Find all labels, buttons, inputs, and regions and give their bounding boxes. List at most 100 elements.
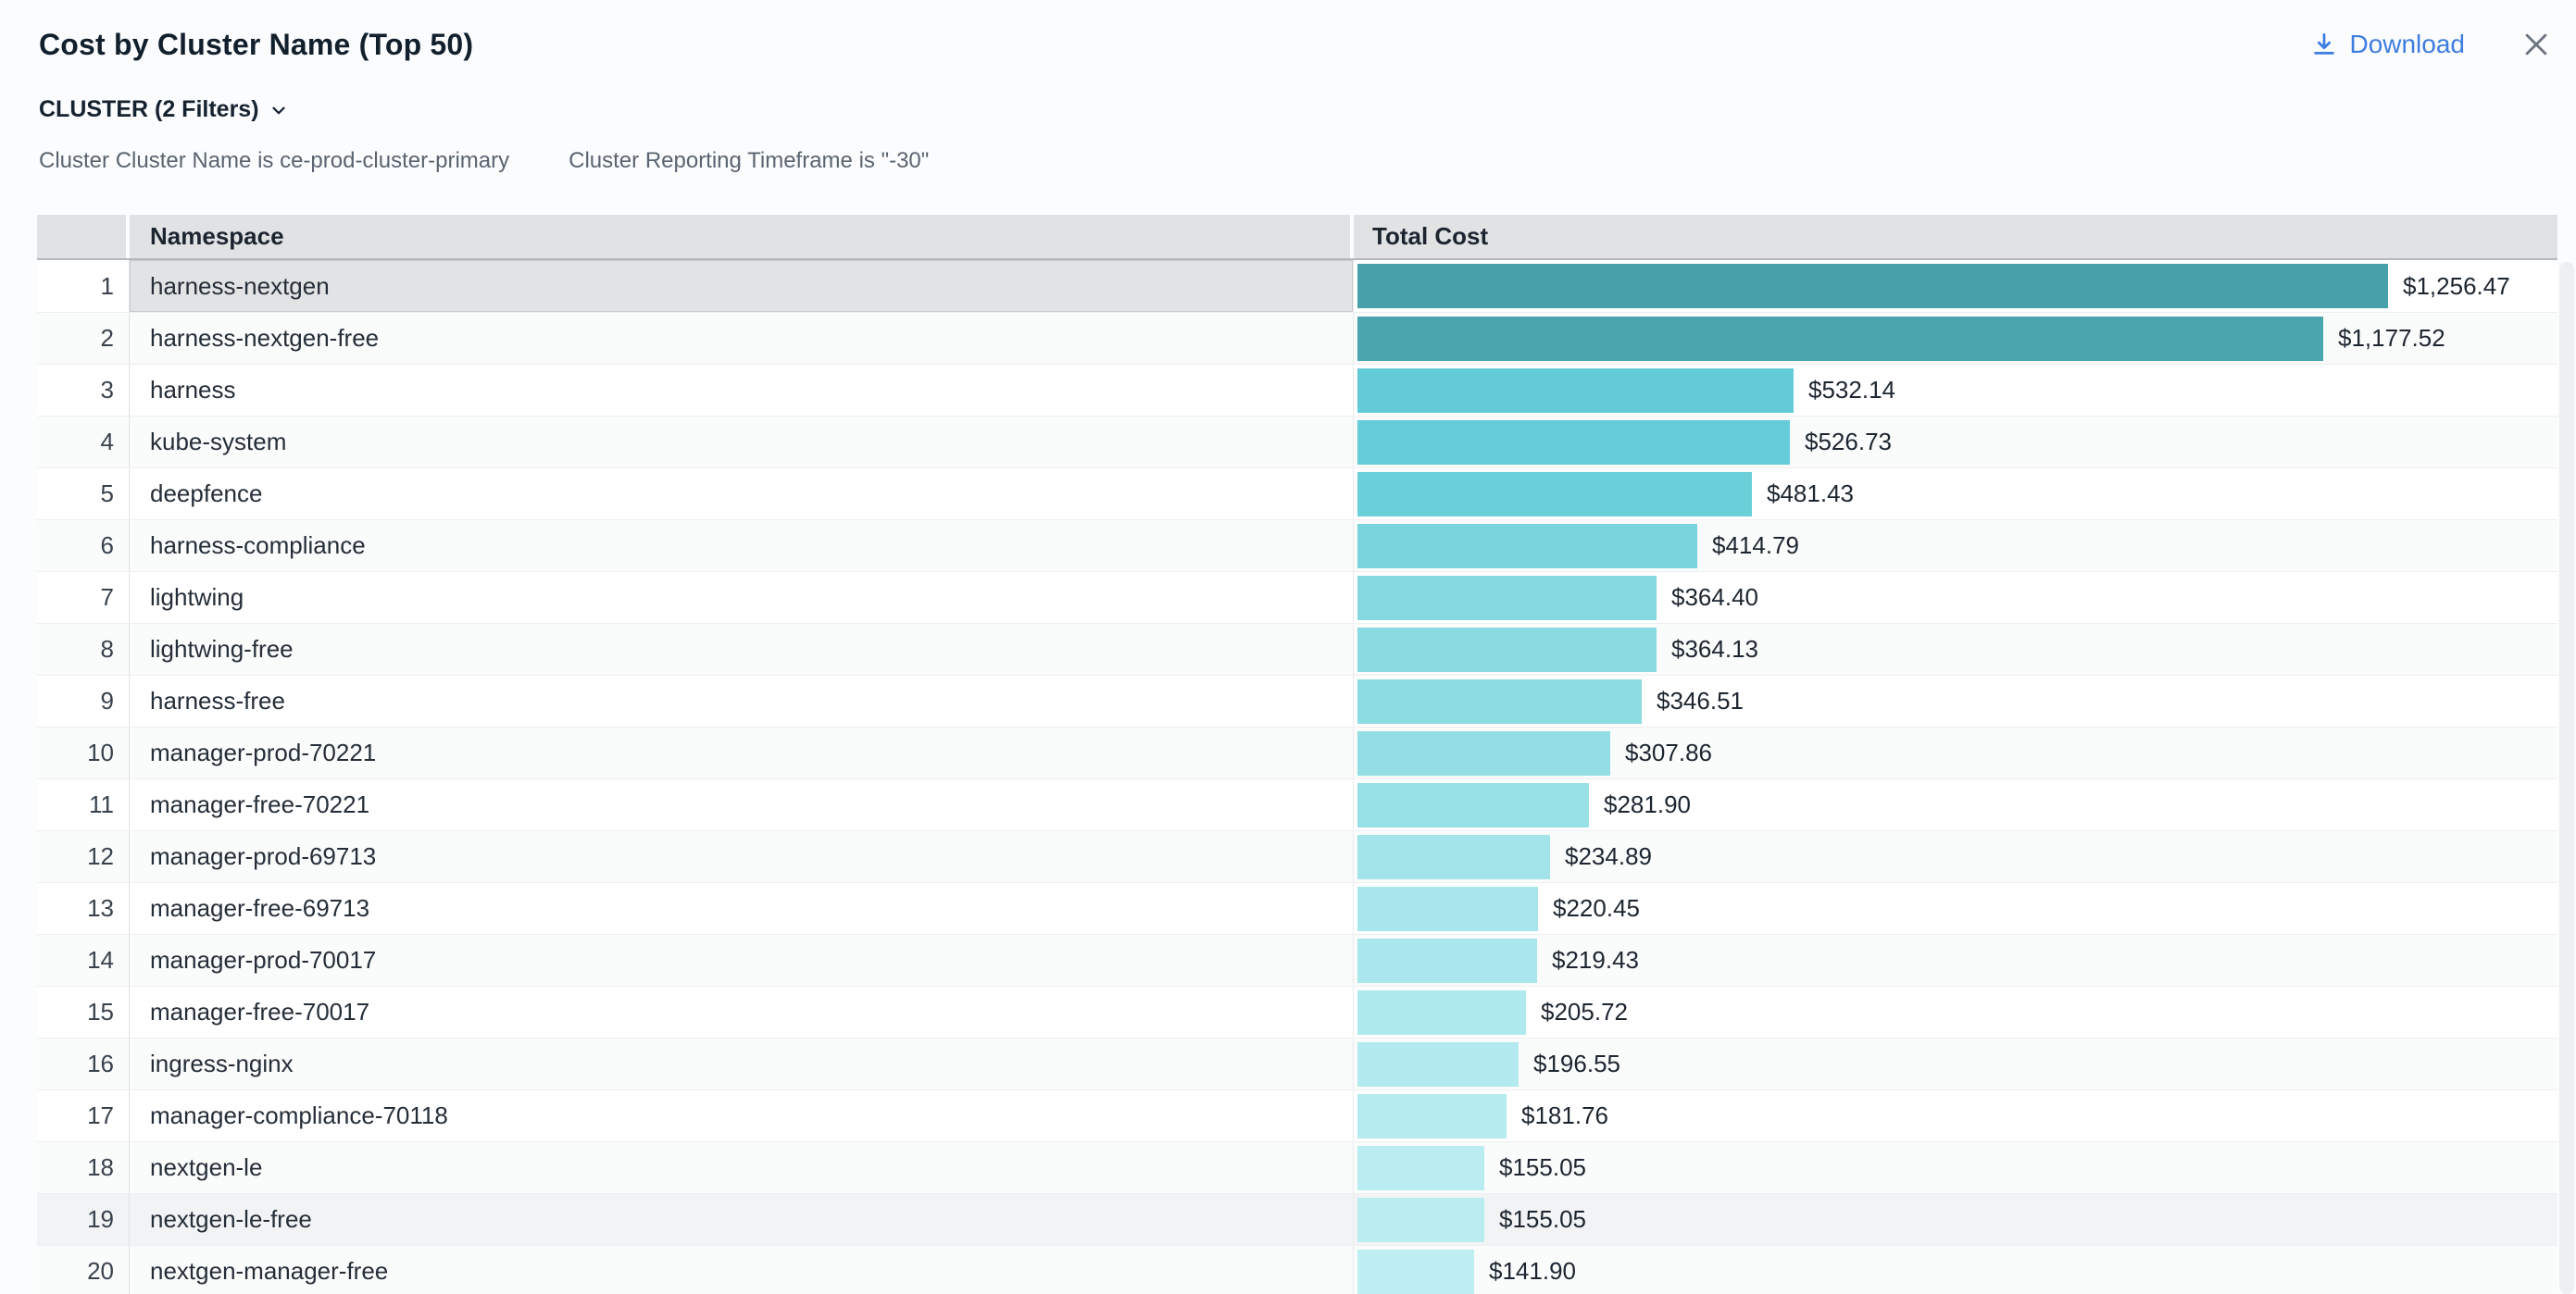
table-header-row: Namespace Total Cost bbox=[37, 215, 2557, 260]
cost-bar bbox=[1357, 368, 1794, 413]
cost-bar bbox=[1357, 990, 1526, 1035]
cost-value-label: $1,177.52 bbox=[2338, 324, 2445, 353]
table-row[interactable]: 11 manager-free-70221 $281.90 bbox=[37, 778, 2557, 830]
namespace-cell[interactable]: manager-free-70221 bbox=[130, 779, 1354, 830]
row-number: 4 bbox=[37, 417, 130, 467]
namespace-cell[interactable]: harness bbox=[130, 365, 1354, 416]
table-row[interactable]: 15 manager-free-70017 $205.72 bbox=[37, 986, 2557, 1038]
namespace-cell[interactable]: manager-prod-70017 bbox=[130, 935, 1354, 986]
table-row[interactable]: 18 nextgen-le $155.05 bbox=[37, 1141, 2557, 1193]
namespace-column-header[interactable]: Namespace bbox=[130, 215, 1354, 258]
table-row[interactable]: 19 nextgen-le-free $155.05 bbox=[37, 1193, 2557, 1245]
table-row[interactable]: 6 harness-compliance $414.79 bbox=[37, 519, 2557, 571]
row-number: 18 bbox=[37, 1142, 130, 1193]
total-cost-cell: $346.51 bbox=[1354, 676, 2557, 727]
cost-bar bbox=[1357, 887, 1538, 931]
cost-value-label: $532.14 bbox=[1808, 376, 1895, 404]
table-row[interactable]: 9 harness-free $346.51 bbox=[37, 675, 2557, 727]
cost-value-label: $346.51 bbox=[1657, 687, 1744, 715]
table-row[interactable]: 2 harness-nextgen-free $1,177.52 bbox=[37, 312, 2557, 364]
namespace-cell[interactable]: harness-free bbox=[130, 676, 1354, 727]
namespace-cell[interactable]: lightwing bbox=[130, 572, 1354, 623]
cluster-filter-label: CLUSTER (2 Filters) bbox=[39, 96, 259, 123]
row-number: 5 bbox=[37, 468, 130, 519]
row-number: 8 bbox=[37, 624, 130, 675]
cost-value-label: $526.73 bbox=[1805, 428, 1892, 456]
table-row[interactable]: 14 manager-prod-70017 $219.43 bbox=[37, 934, 2557, 986]
total-cost-cell: $181.76 bbox=[1354, 1090, 2557, 1141]
total-cost-cell: $196.55 bbox=[1354, 1039, 2557, 1089]
cost-bar bbox=[1357, 472, 1752, 516]
table-row[interactable]: 17 manager-compliance-70118 $181.76 bbox=[37, 1089, 2557, 1141]
table-row[interactable]: 16 ingress-nginx $196.55 bbox=[37, 1038, 2557, 1089]
total-cost-cell: $155.05 bbox=[1354, 1142, 2557, 1193]
cluster-filter-toggle[interactable]: CLUSTER (2 Filters) bbox=[39, 96, 289, 123]
header-actions: Download bbox=[2310, 29, 2552, 60]
row-number: 9 bbox=[37, 676, 130, 727]
namespace-cell[interactable]: deepfence bbox=[130, 468, 1354, 519]
cost-table: Namespace Total Cost 1 harness-nextgen $… bbox=[37, 215, 2557, 1294]
cost-value-label: $155.05 bbox=[1499, 1153, 1586, 1182]
namespace-cell[interactable]: manager-prod-70221 bbox=[130, 728, 1354, 778]
total-cost-cell: $307.86 bbox=[1354, 728, 2557, 778]
cost-value-label: $414.79 bbox=[1712, 531, 1799, 560]
namespace-cell[interactable]: manager-free-69713 bbox=[130, 883, 1354, 934]
cost-value-label: $307.86 bbox=[1625, 739, 1712, 767]
cost-bar bbox=[1357, 1198, 1484, 1242]
table-row[interactable]: 8 lightwing-free $364.13 bbox=[37, 623, 2557, 675]
cost-value-label: $181.76 bbox=[1521, 1101, 1608, 1130]
total-cost-cell: $1,256.47 bbox=[1354, 260, 2557, 312]
namespace-cell[interactable]: kube-system bbox=[130, 417, 1354, 467]
table-row[interactable]: 7 lightwing $364.40 bbox=[37, 571, 2557, 623]
cost-value-label: $219.43 bbox=[1552, 946, 1639, 975]
cost-bar bbox=[1357, 1250, 1474, 1294]
table-body: 1 harness-nextgen $1,256.47 2 harness-ne… bbox=[37, 260, 2557, 1294]
namespace-cell[interactable]: nextgen-manager-free bbox=[130, 1246, 1354, 1294]
table-row[interactable]: 13 manager-free-69713 $220.45 bbox=[37, 882, 2557, 934]
cost-value-label: $155.05 bbox=[1499, 1205, 1586, 1234]
cost-bar bbox=[1357, 939, 1537, 983]
cost-bar bbox=[1357, 264, 2388, 308]
filter-chip-timeframe: Cluster Reporting Timeframe is "-30" bbox=[569, 148, 929, 174]
close-button[interactable] bbox=[2520, 29, 2552, 60]
modal-header: Cost by Cluster Name (Top 50) Download bbox=[39, 17, 2552, 72]
total-cost-cell: $219.43 bbox=[1354, 935, 2557, 986]
table-row[interactable]: 12 manager-prod-69713 $234.89 bbox=[37, 830, 2557, 882]
namespace-cell[interactable]: harness-compliance bbox=[130, 520, 1354, 571]
total-cost-column-header[interactable]: Total Cost bbox=[1354, 215, 2557, 258]
namespace-cell[interactable]: manager-compliance-70118 bbox=[130, 1090, 1354, 1141]
cost-bar bbox=[1357, 628, 1657, 672]
namespace-cell[interactable]: harness-nextgen-free bbox=[130, 313, 1354, 364]
table-row[interactable]: 3 harness $532.14 bbox=[37, 364, 2557, 416]
cost-bar bbox=[1357, 679, 1642, 724]
table-row[interactable]: 5 deepfence $481.43 bbox=[37, 467, 2557, 519]
namespace-cell[interactable]: harness-nextgen bbox=[130, 260, 1354, 312]
namespace-cell[interactable]: manager-free-70017 bbox=[130, 987, 1354, 1038]
namespace-cell[interactable]: ingress-nginx bbox=[130, 1039, 1354, 1089]
row-number: 20 bbox=[37, 1246, 130, 1294]
table-row[interactable]: 20 nextgen-manager-free $141.90 bbox=[37, 1245, 2557, 1294]
download-icon bbox=[2310, 31, 2338, 58]
applied-filters: Cluster Cluster Name is ce-prod-cluster-… bbox=[39, 148, 929, 174]
cost-value-label: $205.72 bbox=[1541, 998, 1628, 1026]
download-button[interactable]: Download bbox=[2310, 30, 2465, 59]
row-number: 7 bbox=[37, 572, 130, 623]
total-cost-cell: $364.13 bbox=[1354, 624, 2557, 675]
namespace-cell[interactable]: manager-prod-69713 bbox=[130, 831, 1354, 882]
namespace-cell[interactable]: lightwing-free bbox=[130, 624, 1354, 675]
row-number: 14 bbox=[37, 935, 130, 986]
vertical-scrollbar[interactable] bbox=[2559, 262, 2574, 1294]
table-row[interactable]: 1 harness-nextgen $1,256.47 bbox=[37, 260, 2557, 312]
cost-bar bbox=[1357, 1042, 1519, 1087]
download-label: Download bbox=[2349, 30, 2465, 59]
cost-value-label: $196.55 bbox=[1533, 1050, 1620, 1078]
cost-value-label: $220.45 bbox=[1553, 894, 1640, 923]
cost-bar bbox=[1357, 576, 1657, 620]
table-row[interactable]: 4 kube-system $526.73 bbox=[37, 416, 2557, 467]
total-cost-cell: $526.73 bbox=[1354, 417, 2557, 467]
cost-bar bbox=[1357, 783, 1589, 827]
total-cost-cell: $155.05 bbox=[1354, 1194, 2557, 1245]
namespace-cell[interactable]: nextgen-le bbox=[130, 1142, 1354, 1193]
table-row[interactable]: 10 manager-prod-70221 $307.86 bbox=[37, 727, 2557, 778]
namespace-cell[interactable]: nextgen-le-free bbox=[130, 1194, 1354, 1245]
